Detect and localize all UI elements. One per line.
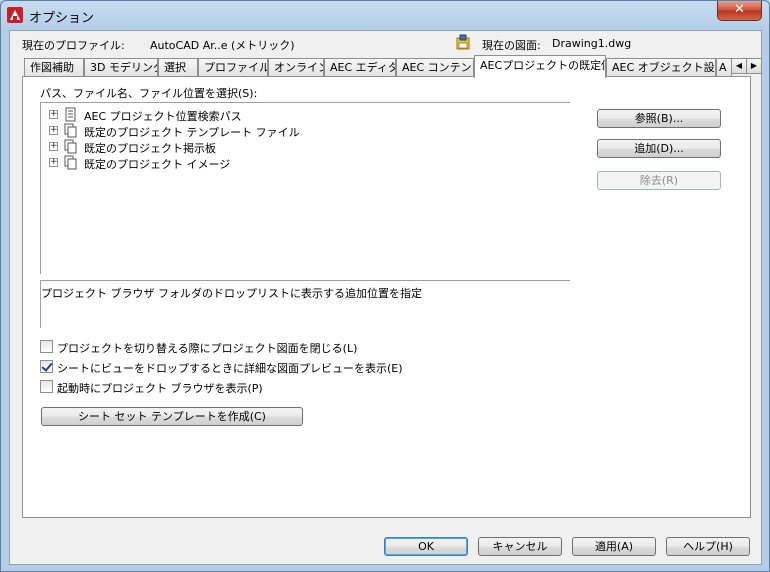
files-icon <box>64 123 77 138</box>
tree-label: パス、ファイル名、ファイル位置を選択(S): <box>40 87 258 100</box>
expand-icon[interactable]: + <box>49 158 58 167</box>
options-dialog: オプション ✕ 現在のプロファイル: AutoCAD Ar..e (メトリック)… <box>0 0 770 572</box>
tab-scroll-right-icon[interactable]: ▶ <box>746 58 762 74</box>
document-icon <box>65 107 76 122</box>
expand-icon[interactable]: + <box>49 110 58 119</box>
checkbox-label: 起動時にプロジェクト ブラウザを表示(P) <box>57 382 263 395</box>
checkbox-label: プロジェクトを切り替える際にプロジェクト図面を閉じる(L) <box>57 342 358 355</box>
current-drawing-label: 現在の図面: <box>482 39 541 52</box>
tab-aec-content[interactable]: AEC コンテンツ <box>396 58 474 77</box>
description-box: プロジェクト ブラウザ フォルダのドロップリストに表示する追加位置を指定 <box>40 280 570 328</box>
dialog-body: 現在のプロファイル: AutoCAD Ar..e (メトリック) 現在の図面: … <box>9 30 762 565</box>
description-text: プロジェクト ブラウザ フォルダのドロップリストに表示する追加位置を指定 <box>41 287 422 300</box>
tab-scroll-left-icon[interactable]: ◀ <box>731 58 747 74</box>
add-button[interactable]: 追加(D)... <box>597 139 721 158</box>
current-drawing-value: Drawing1.dwg <box>552 37 632 50</box>
tab-aec-editor[interactable]: AEC エディタ <box>324 58 396 77</box>
drawing-file-icon <box>456 34 470 50</box>
apply-button[interactable]: 適用(A) <box>572 537 656 556</box>
detailed-preview-checkbox[interactable] <box>40 360 53 373</box>
show-browser-checkbox[interactable] <box>40 380 53 393</box>
tab-drafting[interactable]: 作図補助 <box>24 58 84 77</box>
remove-button[interactable]: 除去(R) <box>597 171 721 190</box>
tab-3d-modeling[interactable]: 3D モデリング <box>84 58 158 77</box>
tree-item-label: 既定のプロジェクト イメージ <box>84 158 231 171</box>
tab-aec-object-settings[interactable]: AEC オブジェクト設定 <box>606 58 716 77</box>
tree-item-label: 既定のプロジェクト掲示板 <box>84 142 216 155</box>
close-drawings-checkbox[interactable] <box>40 340 53 353</box>
tab-online[interactable]: オンライン <box>268 58 324 77</box>
tab-aec-project-defaults[interactable]: AECプロジェクトの既定値 <box>474 55 606 78</box>
tab-strip: 作図補助 3D モデリング 選択 プロファイル オンライン AEC エディタ A… <box>22 55 762 78</box>
expand-icon[interactable]: + <box>49 126 58 135</box>
current-profile-value: AutoCAD Ar..e (メトリック) <box>150 39 295 52</box>
close-button[interactable]: ✕ <box>717 1 762 21</box>
files-icon <box>64 155 77 170</box>
help-button[interactable]: ヘルプ(H) <box>666 537 750 556</box>
tree-item-label: AEC プロジェクト位置検索パス <box>84 110 242 123</box>
path-tree[interactable]: + AEC プロジェクト位置検索パス + 既定のプロジェクト テンプレート ファ… <box>40 102 570 274</box>
tab-truncated[interactable]: A <box>716 58 732 77</box>
title-bar[interactable]: オプション ✕ <box>1 1 769 29</box>
browse-button[interactable]: 参照(B)... <box>597 109 721 128</box>
ok-button[interactable]: OK <box>384 537 468 556</box>
aec-project-defaults-panel: パス、ファイル名、ファイル位置を選択(S): + AEC プロジェクト位置検索パ… <box>22 76 751 518</box>
create-sheet-set-template-button[interactable]: シート セット テンプレートを作成(C) <box>41 407 303 426</box>
expand-icon[interactable]: + <box>49 142 58 151</box>
window-title: オプション <box>29 11 95 26</box>
current-profile-label: 現在のプロファイル: <box>22 39 125 52</box>
files-icon <box>64 139 77 154</box>
checkbox-label: シートにビューをドロップするときに詳細な図面プレビューを表示(E) <box>57 362 403 375</box>
tab-profiles[interactable]: プロファイル <box>198 58 268 77</box>
autocad-logo-icon <box>7 7 23 23</box>
tab-selection[interactable]: 選択 <box>158 58 198 77</box>
cancel-button[interactable]: キャンセル <box>478 537 562 556</box>
tree-item-label: 既定のプロジェクト テンプレート ファイル <box>84 126 300 139</box>
